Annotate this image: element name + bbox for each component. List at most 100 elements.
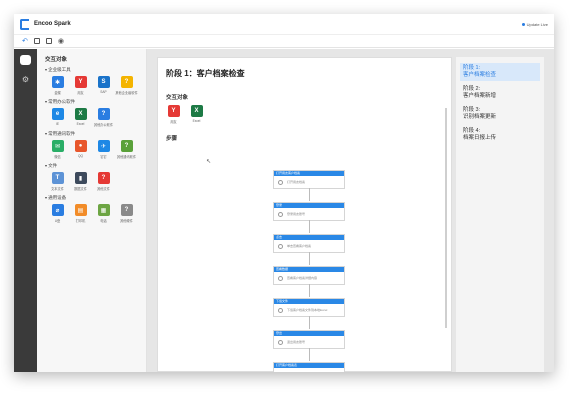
stage-item[interactable]: 阶段 3: 识别档案更新	[460, 105, 540, 123]
group-header[interactable]: 文件	[45, 163, 140, 169]
stage-object[interactable]: Y 用友	[166, 105, 181, 124]
canvas-scrollbar[interactable]	[445, 108, 447, 328]
group-items: ✱ 金蝶 Y 用友 S SAP ? 其他企业级软件	[50, 76, 140, 95]
object-item[interactable]: T 文本文件	[50, 172, 65, 191]
step-node[interactable]: 打开客户档案表打开本地表	[273, 362, 345, 372]
object-label: 其他办公软件	[93, 123, 114, 127]
mouse-cursor-icon: ↖	[206, 159, 212, 165]
object-item[interactable]: ▤ 打印机	[73, 204, 88, 223]
unknown-icon: ?	[120, 76, 133, 88]
data-file-icon: ▮	[74, 172, 87, 184]
object-item[interactable]: ? 其他硬件	[119, 204, 134, 223]
group-header[interactable]: 常用通讯软件	[45, 131, 140, 137]
step-action-icon	[278, 371, 283, 372]
app-title: Encoo Spark	[34, 21, 71, 27]
step-node[interactable]: 登录 登录用友账号	[273, 202, 345, 233]
panel-title: 交互对象	[45, 57, 68, 63]
step-description: 下载客户档案文件到本地Excel	[287, 308, 328, 312]
settings-nodes-icon[interactable]: ⚙	[22, 75, 29, 84]
object-item[interactable]: ● QQ	[73, 140, 88, 159]
group-items: T 文本文件 ▮ 数据文件? 其他文件	[50, 172, 140, 191]
object-label: QQ	[78, 154, 83, 158]
stage-list: 阶段 1: 客户档案检查 阶段 2: 客户档案新增 阶段 3: 识别档案更新 阶段 4: 档案…	[456, 57, 544, 372]
title-bar: Encoo Spark Update Live	[14, 14, 554, 35]
group-header[interactable]: 常用办公软件	[45, 99, 140, 105]
object-item[interactable]: ✱ 金蝶	[50, 76, 65, 95]
text-file-icon: T	[51, 172, 64, 184]
stage-number: 阶段 2:	[463, 86, 481, 92]
stage-number: 阶段 1:	[463, 65, 481, 71]
object-item[interactable]: ? 其他企业级软件	[115, 76, 138, 95]
stage-item[interactable]: 阶段 4: 档案日报上传	[460, 126, 540, 144]
phone-icon: ▦	[97, 204, 110, 216]
chat-icon[interactable]	[20, 55, 31, 65]
step-node[interactable]: 登出 退出用友账号	[273, 330, 345, 361]
object-item[interactable]: ? 其他办公软件	[93, 108, 114, 127]
stage-number: 阶段 3:	[463, 107, 481, 113]
app-logo	[20, 18, 29, 30]
object-label: 其他文件	[97, 187, 110, 191]
steps-heading: 步骤	[166, 136, 178, 142]
step-action-icon	[278, 243, 283, 249]
stage-name: 档案日报上传	[463, 135, 497, 141]
object-item[interactable]: X Excel	[73, 108, 88, 127]
object-label: U盘	[54, 219, 61, 223]
object-item[interactable]: ▮ 数据文件	[73, 172, 88, 191]
stage-object-label: Excel	[192, 119, 201, 123]
step-node[interactable]: 查看数据 查看客户档案详细内容	[273, 266, 345, 297]
update-status[interactable]: Update Live	[521, 22, 548, 27]
stage-item[interactable]: 阶段 2: 客户档案新增	[460, 84, 540, 102]
stage-object[interactable]: X Excel	[189, 105, 204, 124]
stage-item[interactable]: 阶段 1: 客户档案检查	[460, 63, 540, 81]
unknown-icon: ?	[97, 172, 110, 184]
step-body: 打开本地表	[274, 368, 344, 372]
group-items: ⌀ U盘 ▤ 打印机 ▦ 电话 ? 其他硬件	[50, 204, 140, 223]
toolbar: ↶ ◉	[14, 35, 554, 48]
yonyou-icon: Y	[167, 105, 180, 117]
step-description: 退出用友账号	[287, 340, 306, 344]
object-item[interactable]: ✉ 微信	[50, 140, 65, 159]
save-icon[interactable]	[33, 38, 40, 44]
status-dot-icon	[521, 22, 525, 26]
step-action-icon	[278, 179, 283, 185]
object-item[interactable]: Y 用友	[73, 76, 88, 95]
object-label: SAP	[100, 90, 107, 94]
step-action-icon	[278, 307, 283, 313]
group-items: ✉ 微信 ● QQ ✈ 钉钉 ? 其他通讯软件	[50, 140, 140, 159]
object-item[interactable]: S SAP	[96, 76, 111, 95]
unknown-icon: ?	[97, 108, 110, 120]
group-header[interactable]: 通用设备	[45, 195, 140, 201]
wechat-icon: ✉	[51, 140, 64, 152]
object-item[interactable]: ? 其他通讯软件	[117, 140, 136, 159]
preview-eye-icon[interactable]: ◉	[58, 38, 64, 45]
workspace: 阶段 1：客户档案检查 交互对象 Y 用友 X Excel 步骤 ↖ 打开用友客户档案…	[147, 49, 554, 372]
qq-icon: ●	[74, 140, 87, 152]
object-item[interactable]: e IE	[50, 108, 65, 127]
undo-icon[interactable]: ↶	[22, 38, 28, 45]
step-action-icon	[278, 339, 283, 345]
object-label: IE	[55, 122, 59, 126]
object-label: 用友	[77, 91, 84, 95]
object-item[interactable]: ? 其他文件	[96, 172, 111, 191]
step-node[interactable]: 点击 单击查看客户档案	[273, 234, 345, 265]
step-node[interactable]: 下载文件 下载客户档案文件到本地Excel	[273, 298, 345, 329]
unknown-icon: ?	[120, 204, 133, 216]
stage-title: 阶段 1：客户档案检查	[166, 69, 245, 78]
object-item[interactable]: ▦ 电话	[96, 204, 111, 223]
step-node[interactable]: 打开用友客户档案 打开用友档案	[273, 170, 345, 201]
objects-heading: 交互对象	[166, 95, 189, 101]
object-item[interactable]: ✈ 钉钉	[96, 140, 111, 159]
object-label: 钉钉	[100, 155, 107, 159]
group-header[interactable]: 企业级工具	[45, 67, 140, 73]
step-description: 查看客户档案详细内容	[287, 276, 318, 280]
step-description: 登录用友账号	[287, 212, 306, 216]
step-description: 单击查看客户档案	[287, 244, 312, 248]
stage-number: 阶段 4:	[463, 128, 481, 134]
stage-canvas: 阶段 1：客户档案检查 交互对象 Y 用友 X Excel 步骤 ↖ 打开用友客户档案…	[157, 57, 452, 372]
step-body: 登录用友账号	[274, 208, 344, 220]
left-rail: ⚙	[14, 49, 37, 372]
object-panel: 交互对象 企业级工具 ✱ 金蝶 Y 用友 S SAP ? 其他企业级软件常用办公软件 e IE X Ex…	[37, 49, 147, 372]
export-icon[interactable]	[45, 38, 52, 44]
object-item[interactable]: ⌀ U盘	[50, 204, 65, 223]
sap-icon: S	[97, 76, 110, 88]
